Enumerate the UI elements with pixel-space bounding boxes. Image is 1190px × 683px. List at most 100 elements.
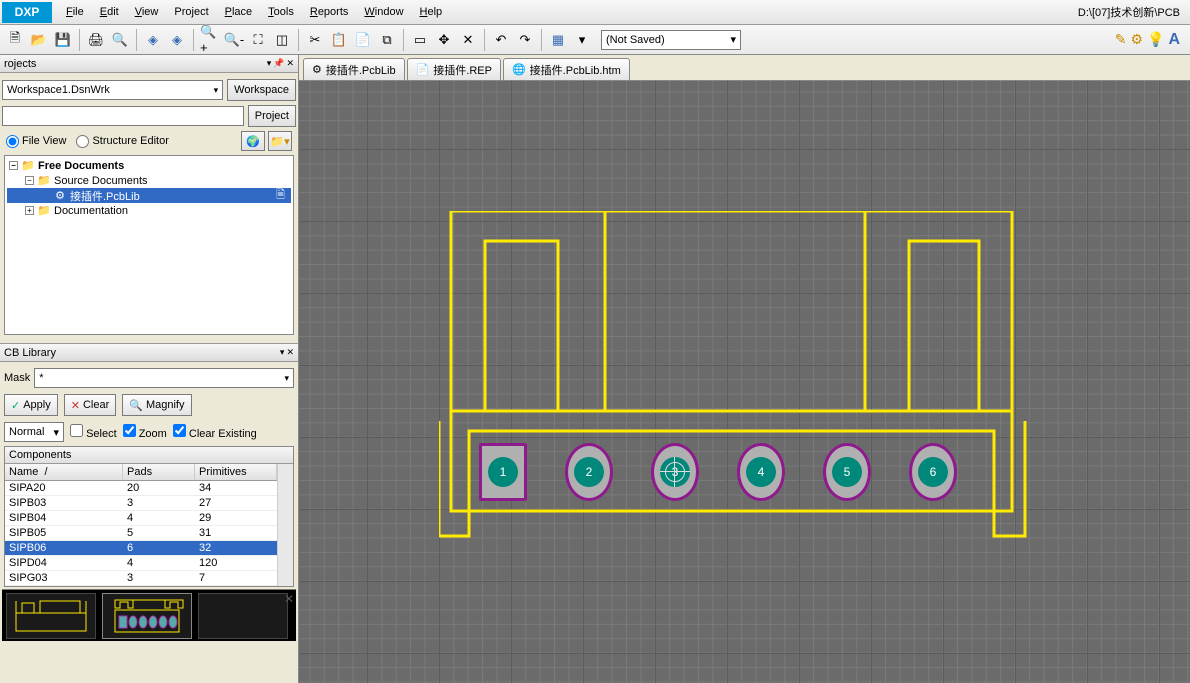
chevron-down-icon: ▾ [53, 426, 59, 439]
chevron-down-icon: ▾ [730, 33, 736, 46]
folder-icon[interactable]: 📁▾ [268, 131, 292, 151]
col-pads[interactable]: Pads [123, 464, 195, 480]
table-row[interactable]: SIPB03327 [5, 496, 277, 511]
mask-combo[interactable]: * ▾ [34, 368, 294, 388]
zoom-checkbox[interactable]: Zoom [123, 424, 167, 440]
refresh-icon[interactable]: 🌍 [241, 131, 265, 151]
cut-icon[interactable]: ✂ [304, 29, 326, 51]
tree-source-documents[interactable]: − 📁 Source Documents [7, 173, 291, 188]
file-view-radio[interactable]: File View [6, 135, 66, 148]
menu-place[interactable]: Place [217, 2, 261, 22]
layers2-icon[interactable]: ◈ [166, 29, 188, 51]
thumbnail-prev[interactable] [6, 593, 96, 639]
table-row[interactable]: SIPD044120 [5, 556, 277, 571]
pcb-icon: ⚙ [53, 189, 67, 202]
collapse-icon[interactable]: − [9, 161, 18, 170]
redo-icon[interactable]: ↷ [514, 29, 536, 51]
text-icon[interactable]: A [1168, 31, 1180, 49]
save-combo[interactable]: (Not Saved) ▾ [601, 30, 741, 50]
table-row[interactable]: SIPA202034 [5, 481, 277, 496]
tab-rep[interactable]: 📄接插件.REP [407, 58, 501, 80]
panel-menu-icon[interactable]: ▾ [267, 58, 272, 69]
menu-reports[interactable]: Reports [302, 2, 357, 22]
pencil-icon[interactable]: ✎ [1115, 31, 1127, 49]
menu-view[interactable]: View [127, 2, 167, 22]
apply-button[interactable]: ✓Apply [4, 394, 58, 416]
panel-close-icon[interactable]: ✕ [286, 58, 294, 69]
tree-free-documents[interactable]: − 📁 Free Documents [7, 158, 291, 173]
print-icon[interactable]: 🖨 [85, 29, 107, 51]
close-icon[interactable]: ✕ [284, 592, 294, 606]
library-title-text: CB Library [4, 347, 56, 359]
tree-pcblib-file[interactable]: ⚙ 接插件.PcbLib 🗎 [7, 188, 291, 203]
panel-menu-icon[interactable]: ▾ [280, 347, 285, 358]
move-icon[interactable]: ✥ [433, 29, 455, 51]
dxp-logo[interactable]: DXP [2, 2, 52, 23]
menu-help[interactable]: Help [412, 2, 451, 22]
structure-editor-radio[interactable]: Structure Editor [76, 135, 168, 148]
workspace-combo[interactable]: Workspace1.DsnWrk ▾ [2, 80, 223, 100]
mask-value: * [39, 372, 43, 384]
paste-icon[interactable]: 📄 [352, 29, 374, 51]
save-icon[interactable]: 💾 [52, 29, 74, 51]
file-path: D:\[07]技术创新\PCB [1070, 4, 1188, 20]
project-tree[interactable]: − 📁 Free Documents − 📁 Source Documents … [4, 155, 294, 335]
menu-project[interactable]: Project [166, 2, 216, 22]
table-row[interactable]: SIPB06632 [5, 541, 277, 556]
table-row[interactable]: SIPB05531 [5, 526, 277, 541]
pad-4[interactable]: 4 [737, 443, 785, 501]
tab-htm[interactable]: 🌐接插件.PcbLib.htm [503, 58, 630, 80]
gear-icon[interactable]: ⚙ [1130, 31, 1143, 49]
clear-existing-checkbox[interactable]: Clear Existing [173, 424, 257, 440]
open-icon[interactable]: 📂 [28, 29, 50, 51]
library-panel-title: CB Library ▾ ✕ [0, 344, 298, 362]
normal-combo[interactable]: Normal ▾ [4, 422, 64, 442]
col-primitives[interactable]: Primitives [195, 464, 277, 480]
pcb-canvas[interactable]: 123456 [299, 81, 1190, 683]
menu-file[interactable]: File [58, 2, 92, 22]
tab-pcblib[interactable]: ⚙接插件.PcbLib [303, 58, 405, 80]
duplicate-icon[interactable]: ⧉ [376, 29, 398, 51]
col-name[interactable]: Name / [5, 464, 123, 480]
pad-2[interactable]: 2 [565, 443, 613, 501]
pad-1[interactable]: 1 [479, 443, 527, 501]
folder-icon: 📁 [37, 174, 51, 187]
preview-icon[interactable]: 🔍 [109, 29, 131, 51]
new-icon[interactable]: 🗎 [4, 29, 26, 51]
menu-tools[interactable]: Tools [260, 2, 302, 22]
collapse-icon[interactable]: − [25, 176, 34, 185]
grid-icon[interactable]: ▦ [547, 29, 569, 51]
undo-icon[interactable]: ↶ [490, 29, 512, 51]
pad-5[interactable]: 5 [823, 443, 871, 501]
zoomsel-icon[interactable]: ◫ [271, 29, 293, 51]
pad-3[interactable]: 3 [651, 443, 699, 501]
thumbnail-current[interactable] [102, 593, 192, 639]
bulb-icon[interactable]: 💡 [1147, 31, 1164, 49]
select-checkbox[interactable]: Select [70, 424, 117, 440]
panel-close-icon[interactable]: ✕ [286, 347, 294, 358]
menu-window[interactable]: Window [356, 2, 411, 22]
zoomin-icon[interactable]: 🔍+ [199, 29, 221, 51]
select-rect-icon[interactable]: ▭ [409, 29, 431, 51]
copy-icon[interactable]: 📋 [328, 29, 350, 51]
menu-edit[interactable]: Edit [92, 2, 127, 22]
magnify-button[interactable]: 🔍Magnify [122, 394, 191, 416]
expand-icon[interactable]: + [25, 206, 34, 215]
tree-documentation[interactable]: + 📁 Documentation [7, 203, 291, 218]
scrollbar[interactable] [277, 464, 293, 586]
project-input[interactable] [2, 106, 244, 126]
grid-dd-icon[interactable]: ▾ [571, 29, 593, 51]
table-row[interactable]: SIPB04429 [5, 511, 277, 526]
zoomfit-icon[interactable]: ⛶ [247, 29, 269, 51]
table-row[interactable]: SIPG0337 [5, 571, 277, 586]
zoomout-icon[interactable]: 🔍- [223, 29, 245, 51]
layers-icon[interactable]: ◈ [142, 29, 164, 51]
deselect-icon[interactable]: ✕ [457, 29, 479, 51]
panel-pin-icon[interactable]: 📌 [273, 58, 284, 69]
thumbnail-next[interactable] [198, 593, 288, 639]
project-button[interactable]: Project [248, 105, 296, 127]
grid-body[interactable]: SIPA202034SIPB03327SIPB04429SIPB05531SIP… [5, 481, 277, 586]
workspace-button[interactable]: Workspace [227, 79, 296, 101]
pad-6[interactable]: 6 [909, 443, 957, 501]
clear-button[interactable]: ✕Clear [64, 394, 117, 416]
